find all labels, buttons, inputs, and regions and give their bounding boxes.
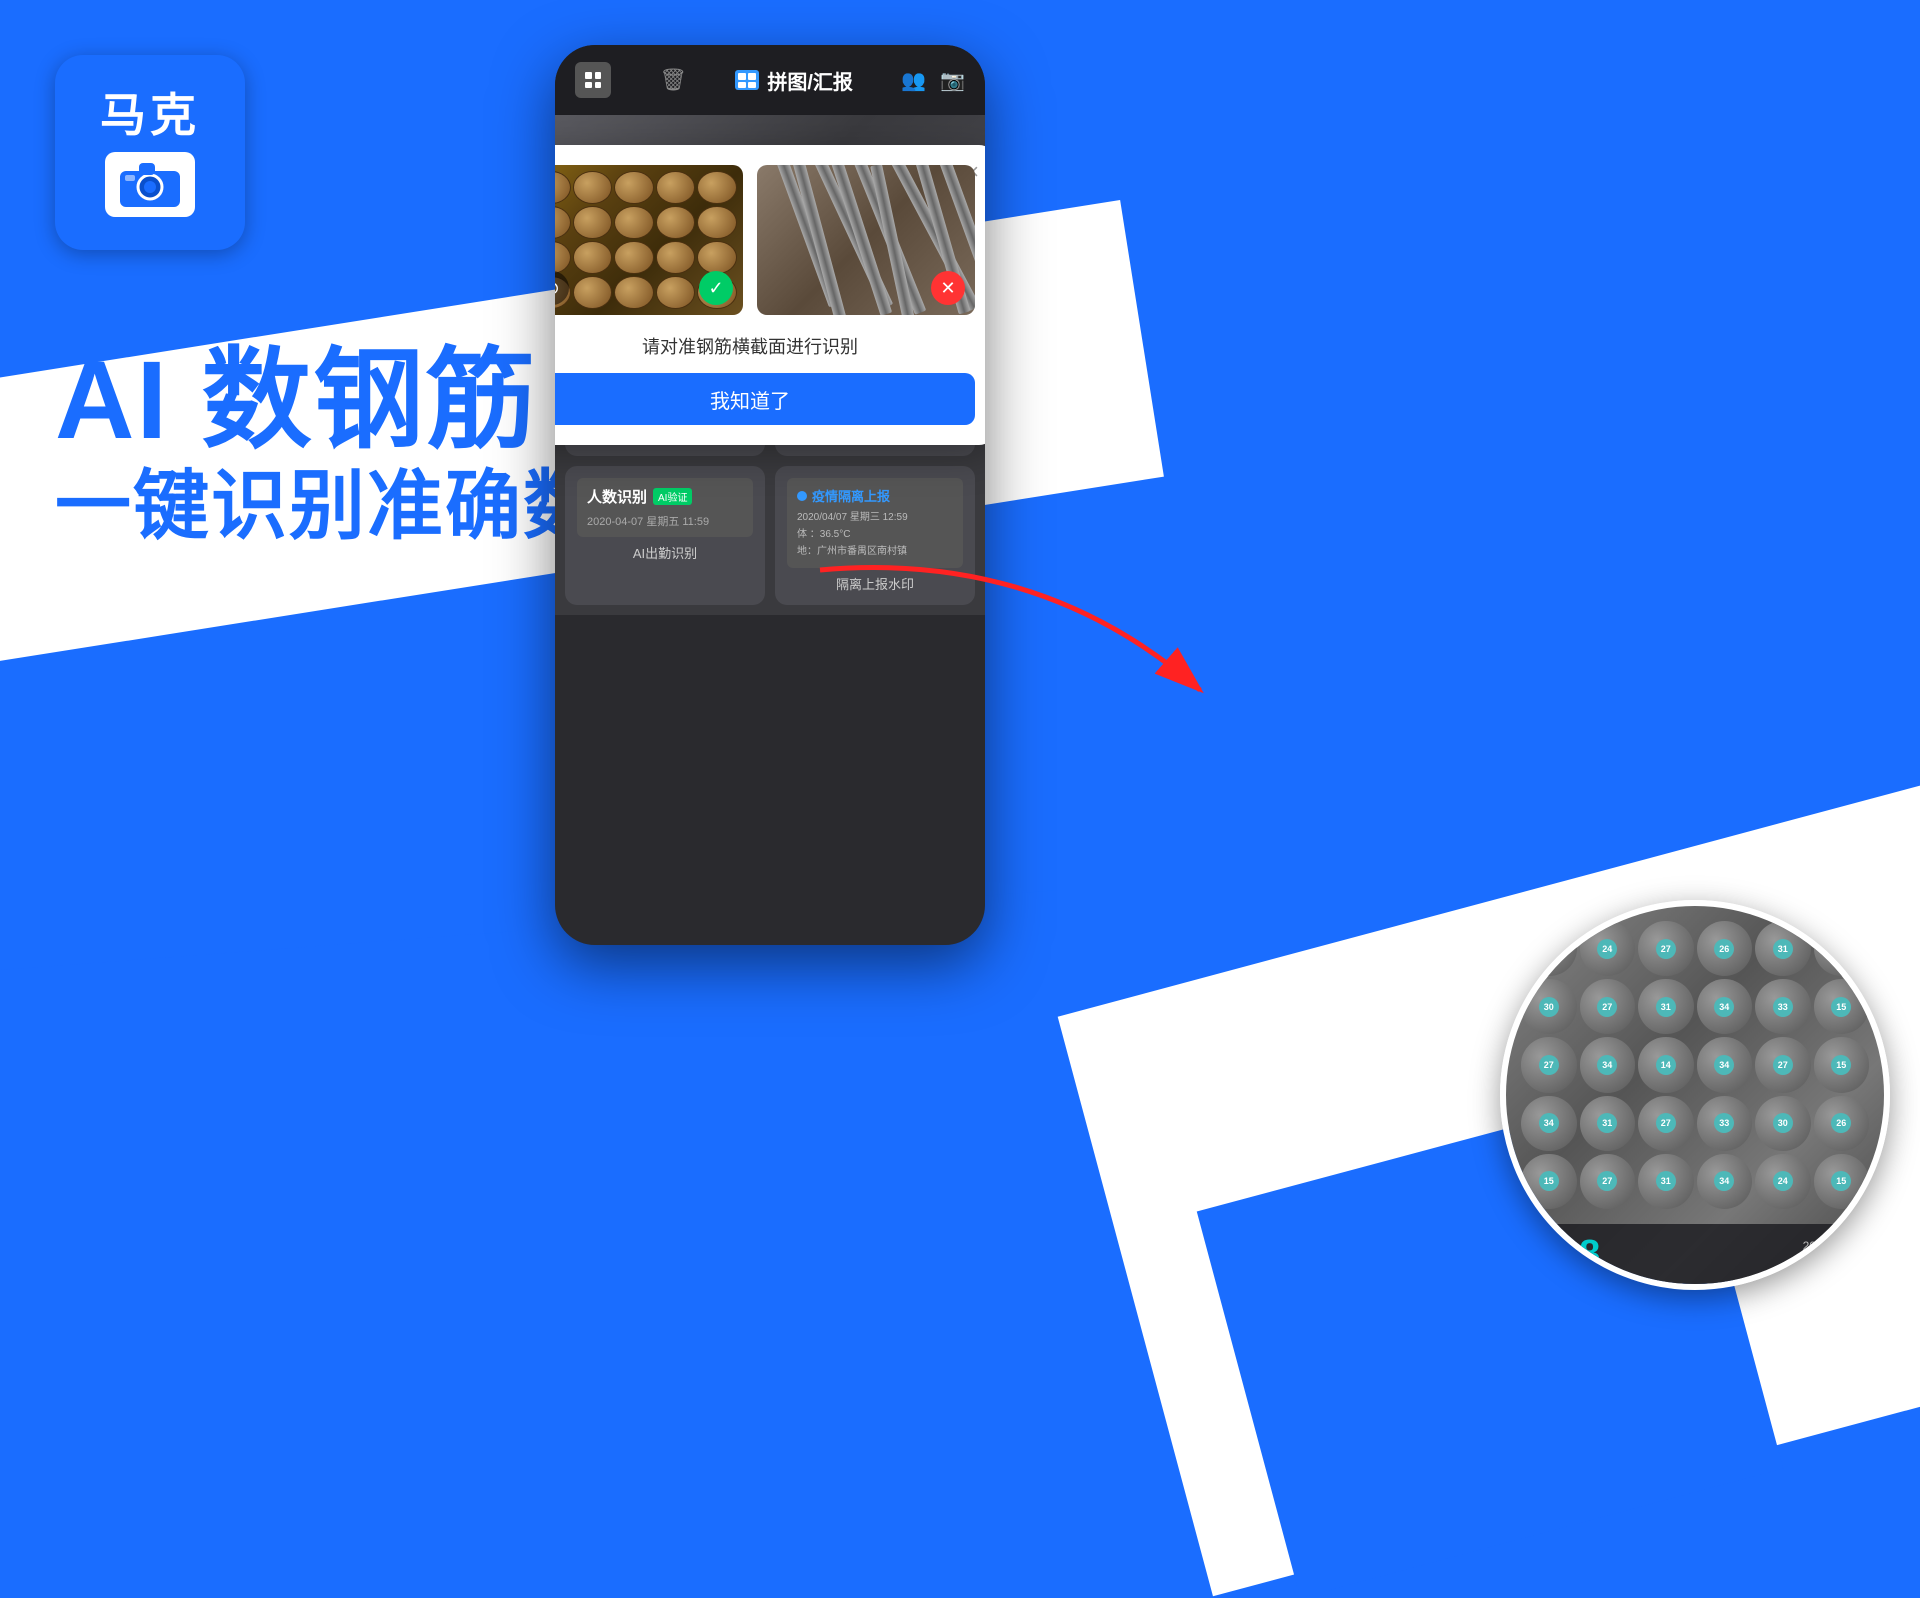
camera-header-icon[interactable]: 📷 <box>940 68 965 93</box>
detection-count-section: 数： 68 <box>1526 1233 1600 1276</box>
rebar-cell: 34 <box>1521 1096 1577 1151</box>
rebar-cell: 26 <box>1697 921 1753 976</box>
rebar-cell: 30 <box>1755 1096 1811 1151</box>
rebar-cell: 31 <box>1638 1154 1694 1209</box>
phone-title: 拼图/汇报 <box>735 66 853 95</box>
red-arrow <box>760 540 1260 760</box>
rebar-cell: 33 <box>1697 1096 1753 1151</box>
people-date: 2020-04-07 星期五 11:59 <box>587 513 743 529</box>
rebar-cell: 15 <box>1814 1154 1870 1209</box>
rebar-cell: 34 <box>1697 1037 1753 1092</box>
rebar-cell: 34 <box>1580 1037 1636 1092</box>
people-count-card[interactable]: 人数识别 AI验证 2020-04-07 星期五 11:59 AI出勤识别 <box>565 466 765 605</box>
app-logo: 马克 <box>55 55 245 250</box>
phone-bg-area: 钢筋 AI 克... 相机 × <box>555 115 985 315</box>
phone-title-text: 拼图/汇报 <box>767 66 853 95</box>
bottom-blue-band <box>0 890 1060 1390</box>
rebar-cell: 27 <box>1755 1037 1811 1092</box>
modal-hint-text: 请对准钢筋横截面进行识别 <box>555 333 975 359</box>
phone-header-right: 👥 📷 <box>901 68 965 93</box>
select-ok-button[interactable]: ✓ <box>699 271 733 305</box>
rebar-cell: 31 <box>1638 979 1694 1034</box>
quarantine-header: 疫情隔离上报 <box>797 486 953 505</box>
detection-count: 68 <box>1558 1233 1600 1276</box>
people-label: AI出勤识别 <box>577 543 753 562</box>
rebar-cell: 33 <box>1755 979 1811 1034</box>
rebar-cell: 35 <box>1814 921 1870 976</box>
rebar-cell: 15 <box>1814 979 1870 1034</box>
detection-city: 广州市... <box>1803 1253 1864 1269</box>
quarantine-title: 疫情隔离上报 <box>812 486 890 505</box>
rebar-cell: 31 <box>1755 921 1811 976</box>
people-icon[interactable]: 👥 <box>901 68 926 93</box>
rebar-cell: 34 <box>1697 1154 1753 1209</box>
modal-confirm-button[interactable]: 我知道了 <box>555 373 975 425</box>
camera-logo-icon <box>105 152 195 217</box>
rebar-cell: 15 <box>1814 1037 1870 1092</box>
modal-images-row: ⊘ ✓ <box>555 165 975 315</box>
rebar-cell: 14 <box>1638 1037 1694 1092</box>
detection-meta: 2020-12-25 广州市... <box>1803 1239 1864 1269</box>
modal-image-2[interactable]: ✕ <box>757 165 975 315</box>
rebar-cell: 15 <box>1521 921 1577 976</box>
detection-background: 15 24 27 26 31 35 30 27 31 34 33 15 27 3… <box>1506 906 1884 1284</box>
people-title-row: 人数识别 AI验证 <box>587 486 743 507</box>
detection-circle: 15 24 27 26 31 35 30 27 31 34 33 15 27 3… <box>1500 900 1890 1290</box>
trash-icon[interactable]: 🗑 <box>659 67 687 93</box>
rebar-cell: 27 <box>1638 1096 1694 1151</box>
app-name: 马克 <box>100 88 200 143</box>
phone-header: 🗑 拼图/汇报 👥 📷 <box>555 45 985 115</box>
rebar-cell: 34 <box>1697 979 1753 1034</box>
rebar-cell: 31 <box>1580 1096 1636 1151</box>
detection-info-bar: 数： 68 2020-12-25 广州市... <box>1506 1224 1884 1284</box>
rebar-cell: 27 <box>1521 1037 1577 1092</box>
phone-frame: 🗑 拼图/汇报 👥 📷 <box>555 45 985 945</box>
modal-image-1[interactable]: ⊘ ✓ <box>555 165 743 315</box>
people-count-block: 人数识别 AI验证 2020-04-07 星期五 11:59 <box>577 478 753 537</box>
detection-rebar-grid: 15 24 27 26 31 35 30 27 31 34 33 15 27 3… <box>1506 906 1884 1224</box>
rebar-cell: 15 <box>1521 1154 1577 1209</box>
rebar-cell: 24 <box>1755 1154 1811 1209</box>
count-label: 数： <box>1526 1251 1552 1270</box>
rebar-cell: 30 <box>1521 979 1577 1034</box>
ai-verify-badge: AI验证 <box>653 488 692 505</box>
rebar-cell: 27 <box>1580 1154 1636 1209</box>
people-title: 人数识别 <box>587 486 647 507</box>
modal-dialog: × ⊘ ✓ <box>555 145 985 445</box>
rebar-cell: 26 <box>1814 1096 1870 1151</box>
quarantine-dot <box>797 491 807 501</box>
collage-icon <box>735 70 759 90</box>
rebar-cell: 24 <box>1580 921 1636 976</box>
reject-button[interactable]: ✕ <box>931 271 965 305</box>
rebar-cell: 27 <box>1638 921 1694 976</box>
grid-icon[interactable] <box>575 62 611 98</box>
rebar-cell: 27 <box>1580 979 1636 1034</box>
detection-date: 2020-12-25 <box>1803 1239 1864 1253</box>
phone-mockup: 🗑 拼图/汇报 👥 📷 <box>555 45 985 945</box>
